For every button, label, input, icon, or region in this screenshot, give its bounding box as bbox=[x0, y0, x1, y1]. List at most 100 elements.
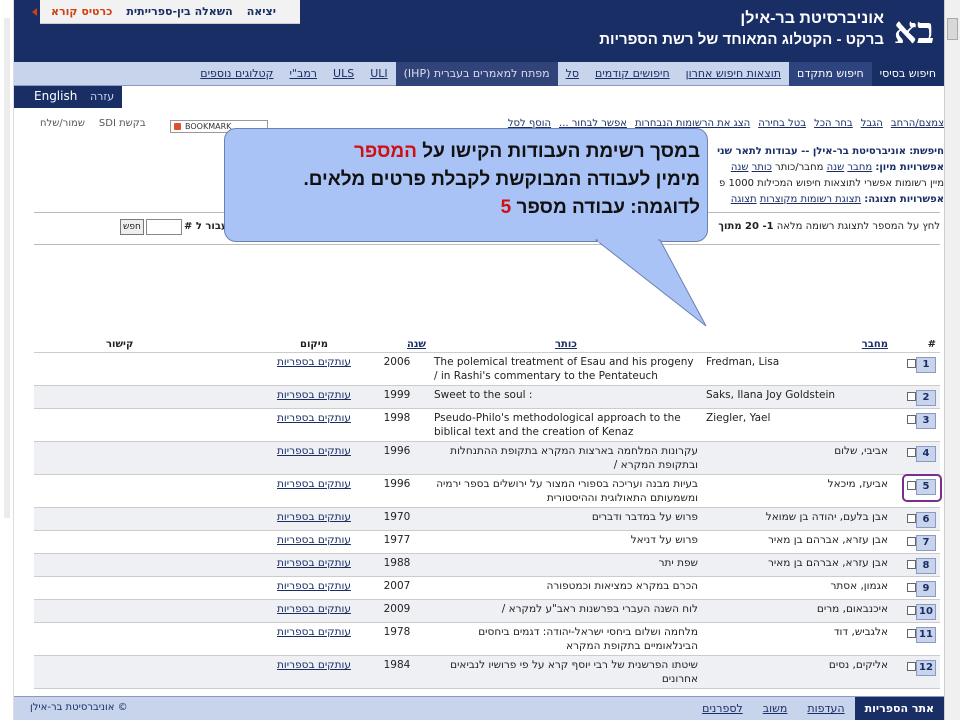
year: 1998 bbox=[383, 411, 411, 424]
select-checkbox[interactable] bbox=[907, 582, 916, 592]
link-cell bbox=[34, 599, 264, 623]
copies-link[interactable]: עותקים בספריות bbox=[277, 659, 351, 671]
copies-link[interactable]: עותקים בספריות bbox=[277, 626, 351, 638]
title: שפת יתר bbox=[658, 556, 698, 569]
year-cell: 1996 bbox=[364, 474, 430, 508]
footer-library-site[interactable]: אתר הספריות bbox=[854, 697, 944, 720]
page: בא אוניברסיטת בר-אילן ברקט - הקטלוג המאו… bbox=[0, 0, 960, 720]
jump-go-button[interactable]: חפש bbox=[120, 219, 144, 235]
copies-link[interactable]: עותקים בספריות bbox=[277, 445, 351, 457]
record-number-button[interactable]: 11 bbox=[916, 626, 936, 643]
select-checkbox[interactable] bbox=[907, 513, 916, 523]
copies-link[interactable]: עותקים בספריות bbox=[277, 580, 351, 592]
title: הכרם במקרא כמציאות וכמטפורה bbox=[546, 579, 698, 592]
tab-basket[interactable]: סל bbox=[558, 62, 587, 86]
jump-number-input[interactable] bbox=[146, 219, 182, 235]
record-number-button[interactable]: 1 bbox=[916, 356, 936, 373]
location-cell: עותקים בספריות bbox=[264, 385, 364, 409]
copies-link[interactable]: עותקים בספריות bbox=[277, 412, 351, 424]
author-cell: אביבי, שלום bbox=[702, 441, 892, 475]
footer-librarians[interactable]: לספרנים bbox=[692, 697, 753, 720]
header-title[interactable]: כותר bbox=[430, 338, 702, 353]
sort-author-title[interactable]: מחבר/כותר bbox=[775, 162, 823, 173]
header-year[interactable]: שנה bbox=[364, 338, 430, 353]
narrow-broaden-link[interactable]: צמצם/הרחב bbox=[891, 118, 944, 129]
copies-link[interactable]: עותקים בספריות bbox=[277, 511, 351, 523]
tab-basic-search[interactable]: חיפוש בסיסי bbox=[871, 62, 944, 86]
copies-link[interactable]: עותקים בספריות bbox=[277, 356, 351, 368]
row-number-cell: 8 bbox=[892, 553, 940, 577]
copies-link[interactable]: עותקים בספריות bbox=[277, 534, 351, 546]
footer-feedback[interactable]: משוב bbox=[753, 697, 798, 720]
author: אביעז, מיכאל bbox=[827, 477, 888, 490]
record-number-button[interactable]: 3 bbox=[916, 412, 936, 429]
sort-year[interactable]: שנה bbox=[827, 162, 845, 173]
interlibrary-loan-link[interactable]: השאלה בין-ספרייתית bbox=[126, 5, 232, 18]
author-cell: אלגביש, דוד bbox=[702, 622, 892, 656]
table-row: 12 אליקים, נסים שיטתו הפרשנית של רבי יוסף … bbox=[34, 655, 940, 689]
tab-uli[interactable]: ULI bbox=[362, 62, 395, 86]
reader-card-link[interactable]: כרטיס קורא bbox=[51, 5, 112, 18]
year: 2007 bbox=[383, 579, 411, 592]
title-cell: Sweet to the soul : bbox=[430, 385, 702, 409]
record-number-button[interactable]: 4 bbox=[916, 445, 936, 462]
record-number-button[interactable]: 12 bbox=[916, 659, 936, 676]
tab-advanced-search[interactable]: חיפוש מתקדם bbox=[789, 62, 872, 86]
deselect-link[interactable]: בטל בחירה bbox=[758, 118, 806, 129]
select-checkbox[interactable] bbox=[907, 536, 916, 546]
sort-year-2[interactable]: שנה bbox=[731, 162, 749, 173]
copies-link[interactable]: עותקים בספריות bbox=[277, 389, 351, 401]
sdi-request-link[interactable]: בקשת SDI bbox=[99, 118, 146, 129]
record-number-button[interactable]: 2 bbox=[916, 389, 936, 406]
title: Sweet to the soul : bbox=[434, 388, 533, 401]
select-checkbox[interactable] bbox=[907, 447, 916, 457]
header-author[interactable]: מחבר bbox=[702, 338, 892, 353]
table-row: 5 אביעז, מיכאל בעיות מבנה ועריכה בספורי המ… bbox=[34, 474, 940, 508]
left-scrollbar[interactable] bbox=[0, 0, 14, 720]
record-number-button[interactable]: 6 bbox=[916, 511, 936, 528]
english-link[interactable]: English bbox=[34, 89, 77, 103]
tab-previous-searches[interactable]: חיפושים קודמים bbox=[587, 62, 678, 86]
year-cell: 1996 bbox=[364, 441, 430, 475]
tab-uls[interactable]: ULS bbox=[325, 62, 362, 86]
display-short[interactable]: תצוגת רשומות מקוצרות bbox=[760, 194, 861, 205]
record-number-button[interactable]: 10 bbox=[916, 603, 936, 620]
select-checkbox[interactable] bbox=[907, 391, 916, 401]
select-checkbox[interactable] bbox=[907, 661, 916, 671]
year-cell: 2006 bbox=[364, 352, 430, 386]
limit-link[interactable]: הגבל bbox=[861, 118, 883, 129]
row-number-cell: 10 bbox=[892, 599, 940, 623]
copies-link[interactable]: עותקים בספריות bbox=[277, 478, 351, 490]
table-row: 2 Saks, Ilana Joy Goldstein Sweet to the s… bbox=[34, 385, 940, 409]
sort-title[interactable]: כותר bbox=[752, 162, 772, 173]
tab-ihp[interactable]: מפתח למאמרים בעברית (IHP) bbox=[395, 62, 558, 86]
tab-last-results[interactable]: תוצאות חיפוש אחרון bbox=[678, 62, 789, 86]
select-checkbox[interactable] bbox=[907, 559, 916, 569]
record-number-button[interactable]: 9 bbox=[916, 580, 936, 597]
tab-rambi[interactable]: רמב"י bbox=[281, 62, 325, 86]
year: 1988 bbox=[383, 556, 411, 569]
select-checkbox[interactable] bbox=[907, 358, 916, 368]
sort-author[interactable]: מחבר bbox=[847, 162, 872, 173]
record-number-button[interactable]: 8 bbox=[916, 557, 936, 574]
tab-more-catalogs[interactable]: קטלוגים נוספים bbox=[192, 62, 281, 86]
exit-link[interactable]: יציאה bbox=[247, 5, 276, 18]
select-all-link[interactable]: בחר הכל bbox=[814, 118, 853, 129]
author-cell: אבן עזרא, אברהם בן מאיר bbox=[702, 553, 892, 577]
select-checkbox[interactable] bbox=[907, 628, 916, 638]
title-cell: מלחמה ושלום ביחסי ישראל-יהודה: דגמים ביח… bbox=[430, 622, 702, 656]
callout-emphasis: המספר bbox=[353, 141, 418, 162]
select-checkbox[interactable] bbox=[907, 414, 916, 424]
display-other[interactable]: תצוגה bbox=[731, 194, 757, 205]
right-scrollbar[interactable] bbox=[944, 0, 960, 720]
table-row: 8 אבן עזרא, אברהם בן מאיר שפת יתר 1988 עותקי… bbox=[34, 553, 940, 577]
copies-link[interactable]: עותקים בספריות bbox=[277, 603, 351, 615]
help-link[interactable]: עזרה bbox=[90, 90, 114, 103]
footer-preferences[interactable]: העדפות bbox=[797, 697, 854, 720]
title-cell: Pseudo-Philo's methodological approach t… bbox=[430, 408, 702, 442]
copies-link[interactable]: עותקים בספריות bbox=[277, 557, 351, 569]
save-send-link[interactable]: שמור/שלח bbox=[40, 118, 85, 129]
scrollbar-thumb[interactable] bbox=[947, 18, 958, 40]
record-number-button[interactable]: 7 bbox=[916, 534, 936, 551]
select-checkbox[interactable] bbox=[907, 605, 916, 615]
